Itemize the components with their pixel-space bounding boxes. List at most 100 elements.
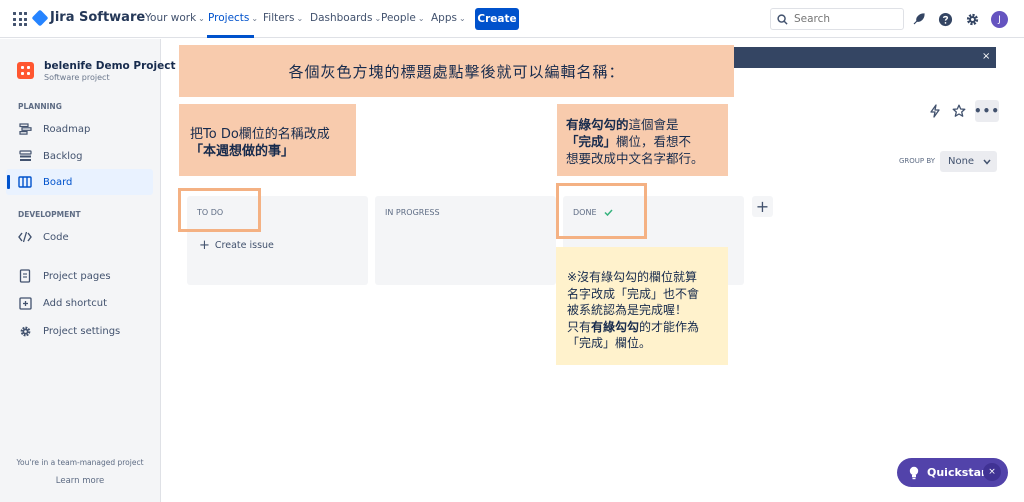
group-by-label: GROUP BY [899, 157, 936, 165]
quickstart-label: Quickstart [927, 466, 992, 479]
annotation-text: 的才能作為 [639, 319, 700, 334]
sidebar-item-code[interactable]: Code [6, 224, 153, 250]
create-issue-button[interactable]: + Create issue [199, 238, 274, 253]
development-heading: DEVELOPMENT [18, 210, 81, 219]
project-avatar-icon [17, 62, 34, 79]
annotation-text: 這個會是 [628, 117, 679, 132]
group-by-select[interactable]: None [940, 151, 997, 172]
active-indicator [7, 175, 10, 189]
settings-gear-icon[interactable] [963, 10, 981, 28]
sidebar-item-label: Board [43, 176, 73, 188]
annotation-edit-title: 各個灰色方塊的標題處點擊後就可以編輯名稱： [179, 45, 734, 97]
chevron-down-icon: ⌄ [198, 14, 205, 23]
sidebar-item-project-pages[interactable]: Project pages [6, 263, 153, 289]
chevron-down-icon [983, 159, 991, 165]
star-icon[interactable] [950, 102, 968, 120]
code-icon [18, 230, 32, 244]
chevron-down-icon: ⌄ [251, 14, 259, 23]
annotation-line: 名字改成「完成」也不會 [567, 286, 700, 301]
sidebar-item-label: Roadmap [43, 123, 91, 135]
nav-projects[interactable]: Projects ⌄ [208, 12, 258, 24]
nav-dashboards-label: Dashboards [310, 12, 373, 24]
chevron-down-icon: ⌄ [458, 14, 466, 23]
help-icon[interactable] [936, 10, 954, 28]
search-icon [777, 13, 788, 25]
nav-filters-label: Filters [263, 12, 295, 24]
nav-active-indicator [207, 35, 254, 38]
nav-filters[interactable]: Filters ⌄ [263, 12, 303, 24]
column-title[interactable]: IN PROGRESS [385, 208, 440, 217]
sidebar-item-add-shortcut[interactable]: Add shortcut [6, 290, 153, 316]
plus-icon: + [199, 238, 210, 253]
highlight-frame-todo [178, 188, 261, 232]
sidebar-item-label: Add shortcut [43, 297, 107, 309]
annotation-line-bold: 「本週想做的事」 [190, 143, 356, 160]
annotation-line: 把To Do欄位的名稱改成 [190, 127, 330, 142]
highlight-frame-done [556, 183, 647, 239]
annotation-rename-todo: 把To Do欄位的名稱改成 「本週想做的事」 [179, 104, 356, 176]
app-switcher-icon[interactable] [13, 12, 27, 26]
nav-projects-label: Projects [208, 12, 250, 24]
add-column-button[interactable]: + [752, 196, 773, 217]
annotation-bold-text: 「完成」 [566, 134, 617, 149]
jira-logo[interactable]: Jira Software [31, 9, 146, 26]
team-managed-note: You're in a team-managed project [16, 458, 144, 467]
avatar[interactable]: J [991, 11, 1008, 28]
nav-your-work-label: Your work [145, 12, 197, 24]
sidebar-item-label: Project settings [43, 325, 121, 337]
gear-icon [18, 324, 32, 338]
backlog-icon [18, 149, 32, 163]
learn-more-link[interactable]: Learn more [0, 476, 160, 486]
top-navigation: Jira Software Your work ⌄ Projects ⌄ Filte… [0, 0, 1024, 38]
annotation-line: 被系統認為是完成喔！ [567, 303, 688, 317]
more-actions-button[interactable]: ••• [974, 100, 999, 122]
annotation-line: 只有有綠勾勾的才能作為 [567, 319, 728, 336]
board-column-in-progress: IN PROGRESS [375, 196, 556, 285]
annotation-note: ※沒有綠勾勾的欄位就算 名字改成「完成」也不會 被系統認為是完成喔！ 只有有綠勾… [556, 247, 728, 365]
annotation-line: 「完成」欄位。 [567, 336, 652, 350]
planning-heading: PLANNING [18, 102, 62, 111]
annotation-line: 想要改成中文名字都行。 [566, 151, 704, 166]
annotation-done-column: 有綠勾勾的這個會是 「完成」欄位，看想不 想要改成中文名字都行。 [557, 104, 728, 176]
sidebar-item-label: Code [43, 231, 69, 243]
group-by-value: None [948, 156, 975, 167]
notifications-icon[interactable] [910, 10, 928, 28]
annotation-text: 只有 [567, 319, 592, 334]
create-issue-label: Create issue [214, 240, 274, 251]
lightning-icon[interactable] [926, 102, 944, 120]
chevron-down-icon: ⌄ [296, 14, 304, 23]
nav-people-label: People [381, 12, 416, 24]
add-shortcut-icon [18, 296, 32, 310]
nav-people[interactable]: People ⌄ [381, 12, 425, 24]
search-box[interactable] [770, 8, 904, 30]
nav-your-work[interactable]: Your work ⌄ [145, 12, 205, 24]
sidebar-item-backlog[interactable]: Backlog [6, 143, 153, 169]
annotation-bold-text: 有綠勾勾 [591, 319, 640, 334]
sidebar-item-board[interactable]: Board [6, 169, 153, 195]
quickstart-close-icon[interactable]: × [983, 463, 1001, 481]
sidebar-item-label: Project pages [43, 270, 111, 282]
jira-logo-text: Jira Software [50, 10, 146, 25]
project-name[interactable]: belenife Demo Project [44, 60, 175, 72]
sidebar-item-label: Backlog [43, 150, 83, 162]
nav-apps[interactable]: Apps ⌄ [431, 12, 466, 24]
create-button[interactable]: Create [475, 8, 519, 30]
annotation-bold-text: 有綠勾勾的 [566, 117, 629, 132]
sidebar-item-roadmap[interactable]: Roadmap [6, 116, 153, 142]
jira-logo-icon [31, 9, 49, 26]
annotation-text: 欄位，看想不 [616, 134, 692, 149]
annotation-bold-text: 「本週想做的事」 [190, 144, 295, 159]
close-icon[interactable]: × [982, 51, 990, 62]
page-icon [18, 269, 32, 283]
lightbulb-icon [909, 466, 919, 479]
board-icon [18, 175, 32, 189]
annotation-line: 「完成」欄位，看想不 [566, 133, 728, 150]
sidebar-item-project-settings[interactable]: Project settings [6, 318, 153, 344]
roadmap-icon [18, 122, 32, 136]
annotation-line: 有綠勾勾的這個會是 [566, 116, 728, 133]
nav-dashboards[interactable]: Dashboards ⌄ [310, 12, 381, 24]
chevron-down-icon: ⌄ [417, 14, 425, 23]
sidebar: belenife Demo Project Software project P… [0, 39, 175, 502]
project-type: Software project [44, 73, 110, 82]
search-input[interactable] [794, 13, 894, 25]
